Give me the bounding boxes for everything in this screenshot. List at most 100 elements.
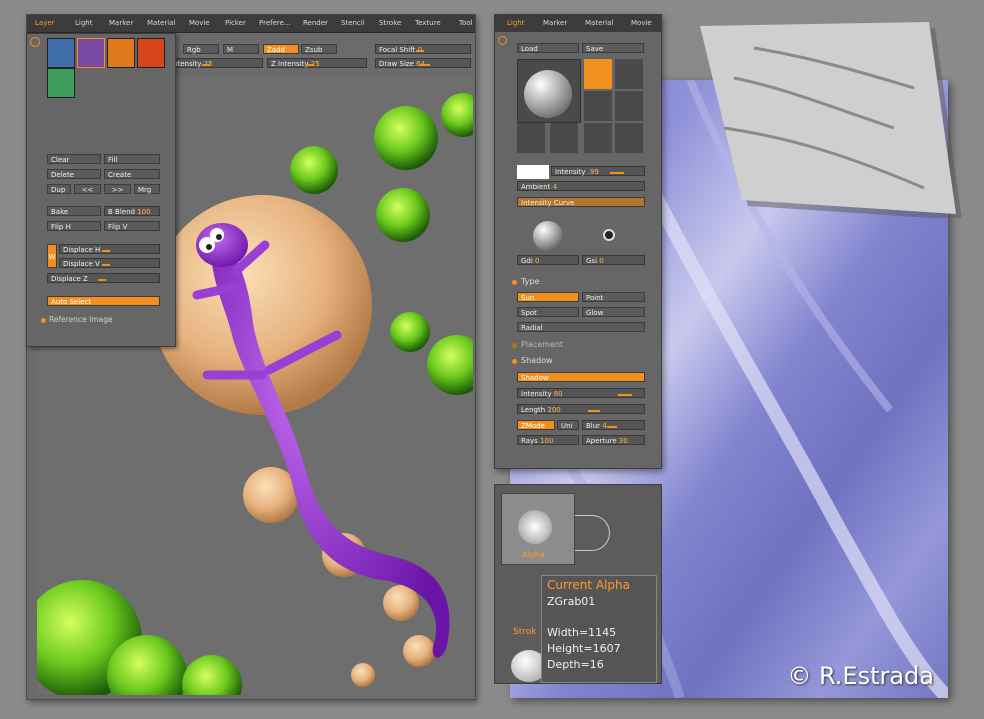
sun-button[interactable]: Sun	[517, 292, 579, 302]
draw-size-label: Draw Size	[379, 60, 414, 68]
glow-button[interactable]: Glow	[582, 307, 645, 317]
dup-button[interactable]: Dup	[47, 184, 71, 194]
reference-image-section[interactable]: Reference Image	[49, 315, 113, 324]
light-bulb-icon[interactable]	[615, 59, 643, 89]
light-bulb-icon[interactable]	[584, 91, 612, 121]
wrap-mode-button[interactable]: W	[47, 244, 57, 268]
uni-button[interactable]: Uni	[557, 420, 579, 430]
shadow-intensity-value: 80	[553, 390, 563, 398]
b-blend-slider[interactable]: B Blend 100	[104, 206, 160, 216]
menu-stroke[interactable]: Stroke	[379, 19, 401, 27]
light-bulb-icon[interactable]	[584, 59, 612, 89]
menu-stencil[interactable]: Stencil	[341, 19, 365, 27]
light-intensity-bar	[610, 172, 624, 174]
intensity-slider[interactable]: Intensity 25	[167, 58, 263, 68]
lily-pad	[374, 106, 438, 170]
zsub-button[interactable]: Zsub	[301, 44, 337, 54]
zmode-button[interactable]: ZMode	[517, 420, 555, 430]
flip-h-button[interactable]: Flip H	[47, 221, 101, 231]
light-bulb-icon[interactable]	[550, 123, 578, 153]
light-bulb-icon[interactable]	[584, 123, 612, 153]
menu-movie[interactable]: Movie	[189, 19, 210, 27]
focal-shift-bar	[416, 50, 424, 52]
light-color-swatch[interactable]	[517, 165, 549, 179]
layer-thumbnail[interactable]	[107, 38, 135, 68]
layer-thumbnail[interactable]	[137, 38, 165, 68]
create-button[interactable]: Create	[104, 169, 160, 179]
light-intensity-slider[interactable]: Intensity .99	[551, 166, 645, 176]
m-button[interactable]: M	[223, 44, 259, 54]
menu-texture[interactable]: Texture	[415, 19, 441, 27]
light-sphere	[524, 70, 572, 118]
type-section-header[interactable]: Type	[521, 277, 539, 286]
ambient-slider[interactable]: Ambient 4	[517, 181, 645, 191]
layer-thumbnail[interactable]	[77, 38, 105, 68]
prev-layer-button[interactable]: <<	[74, 184, 101, 194]
displace-v-label: Displace V	[63, 260, 100, 268]
delete-button[interactable]: Delete	[47, 169, 101, 179]
light-bulb-icon[interactable]	[615, 91, 643, 121]
menu-preferences[interactable]: Prefere...	[259, 19, 291, 27]
tab-light[interactable]: Light	[507, 19, 524, 27]
displace-z-slider[interactable]: Displace Z	[47, 273, 160, 283]
z-intensity-bar	[306, 64, 314, 66]
rays-slider[interactable]: Rays 100	[517, 435, 579, 445]
spot-button[interactable]: Spot	[517, 307, 579, 317]
layer-thumbnail[interactable]	[47, 38, 75, 68]
tab-material[interactable]: Material	[585, 19, 613, 27]
shadow-button[interactable]: Shadow	[517, 372, 645, 382]
displace-v-slider[interactable]: Displace V	[59, 258, 160, 268]
focal-shift-slider[interactable]: Focal Shift 0	[375, 44, 471, 54]
current-alpha-tooltip: Current Alpha ZGrab01 Width=1145 Height=…	[541, 575, 657, 683]
aperture-slider[interactable]: Aperture 30	[582, 435, 645, 445]
next-layer-button[interactable]: >>	[104, 184, 131, 194]
save-button[interactable]: Save	[582, 43, 644, 53]
alpha-thumbnail[interactable]: Alpha	[501, 493, 575, 565]
placement-section-header[interactable]: Placement	[521, 340, 563, 349]
menu-render[interactable]: Render	[303, 19, 328, 27]
tab-marker[interactable]: Marker	[543, 19, 567, 27]
pin-icon[interactable]	[30, 37, 40, 47]
menu-picker[interactable]: Picker	[225, 19, 246, 27]
draw-size-slider[interactable]: Draw Size 64	[375, 58, 471, 68]
point-button[interactable]: Point	[582, 292, 645, 302]
menu-light[interactable]: Light	[75, 19, 92, 27]
fill-button[interactable]: Fill	[104, 154, 160, 164]
stroke-label[interactable]: Strok	[513, 627, 536, 637]
length-label: Length	[521, 406, 546, 414]
tab-movie[interactable]: Movie	[631, 19, 652, 27]
gsi-slider[interactable]: Gsi 0	[582, 255, 645, 265]
shadow-section-header[interactable]: Shadow	[521, 356, 553, 365]
auto-select-button[interactable]: Auto Select	[47, 296, 160, 306]
layer-thumbnail[interactable]	[47, 68, 75, 98]
load-button[interactable]: Load	[517, 43, 579, 53]
section-dot-icon	[512, 359, 517, 364]
radial-button[interactable]: Radial	[517, 322, 645, 332]
displace-h-slider[interactable]: Displace H	[59, 244, 160, 254]
menu-layer[interactable]: Layer	[35, 19, 55, 27]
intensity-curve-button[interactable]: Intensity Curve	[517, 197, 645, 207]
small-ball	[403, 635, 435, 667]
length-slider[interactable]: Length 200	[517, 404, 645, 414]
shadow-sphere-icon	[533, 221, 563, 251]
bake-button[interactable]: Bake	[47, 206, 101, 216]
blur-bar	[607, 426, 617, 428]
light-bulb-icon[interactable]	[615, 123, 643, 153]
light-sphere-preview[interactable]	[517, 59, 581, 123]
pin-icon[interactable]	[498, 36, 507, 45]
z-intensity-slider[interactable]: Z Intensity 25	[267, 58, 367, 68]
section-dot-icon	[512, 280, 517, 285]
menu-marker[interactable]: Marker	[109, 19, 133, 27]
merge-button[interactable]: Mrg	[134, 184, 160, 194]
blur-slider[interactable]: Blur 4	[582, 420, 645, 430]
clear-button[interactable]: Clear	[47, 154, 101, 164]
flip-v-button[interactable]: Flip V	[104, 221, 160, 231]
shadow-intensity-slider[interactable]: Intensity 80	[517, 388, 645, 398]
light-bulb-icon[interactable]	[517, 123, 545, 153]
menu-material[interactable]: Material	[147, 19, 175, 27]
menu-tool[interactable]: Tool	[459, 19, 473, 27]
rays-label: Rays	[521, 437, 538, 445]
zadd-button[interactable]: Zadd	[263, 44, 299, 54]
gdi-slider[interactable]: Gdi 0	[517, 255, 579, 265]
rgb-button[interactable]: Rgb	[183, 44, 219, 54]
